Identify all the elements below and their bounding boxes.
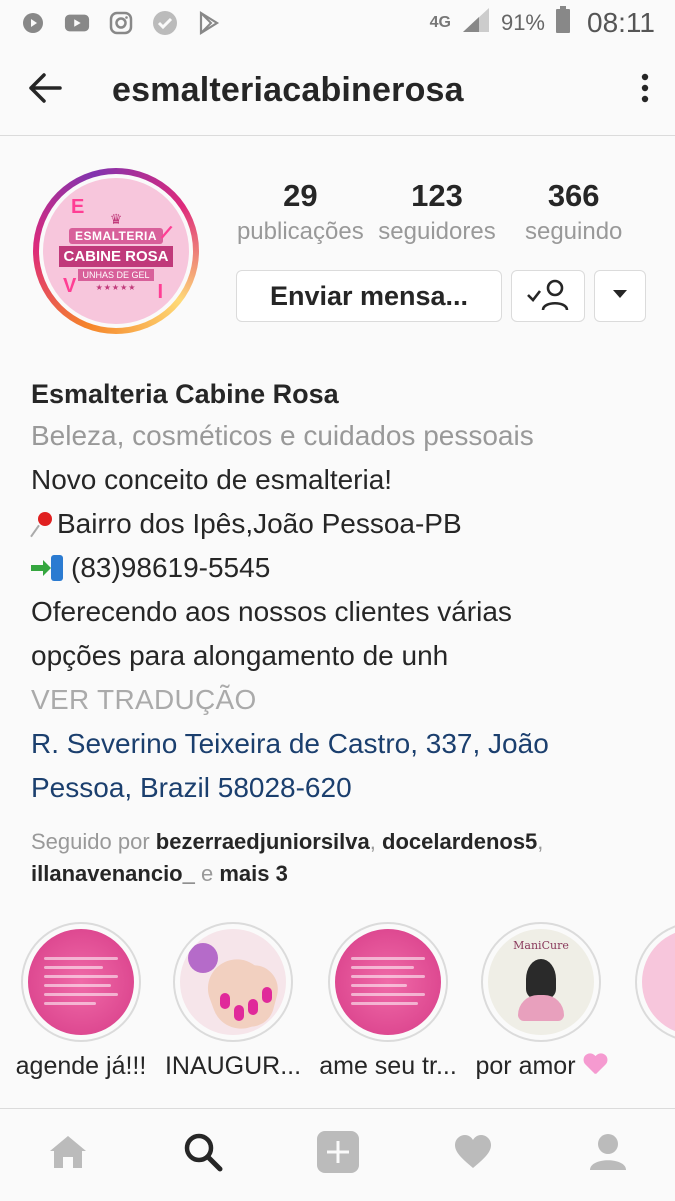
options-button[interactable]: [615, 46, 675, 136]
bio-line-4: Oferecendo aos nossos clientes várias: [31, 596, 512, 627]
highlight-item[interactable]: agende já!!!: [6, 922, 156, 1081]
highlight-label: por amor: [466, 1052, 616, 1081]
nav-activity[interactable]: [405, 1109, 540, 1201]
see-translation-link[interactable]: VER TRADUÇÃO: [31, 678, 651, 722]
profile-summary: E / V I ♛ ESMALTERIA CABINE ROSA UNHAS D…: [0, 166, 675, 346]
nav-home[interactable]: [0, 1109, 135, 1201]
avatar-text-1: ESMALTERIA: [68, 227, 164, 244]
mobile-phone-arrow-icon: [31, 555, 65, 581]
nav-add[interactable]: [270, 1109, 405, 1201]
profile-stats: 29 publicações 123 seguidores 366 seguin…: [232, 176, 642, 246]
user-check-icon: [524, 277, 572, 316]
followed-more: mais 3: [219, 861, 288, 886]
play-store-icon: [196, 10, 222, 36]
check-circle-icon: [152, 10, 178, 36]
bio-location-text: Bairro dos Ipês,João Pessoa-PB: [57, 508, 462, 539]
followed-conj: e: [200, 861, 214, 886]
address-line-1: R. Severino Teixeira de Castro, 337, Joã…: [31, 728, 549, 759]
home-icon: [48, 1134, 88, 1175]
manicure-title: ManiCure: [513, 939, 569, 952]
highlight-item[interactable]: ame seu tr...: [313, 922, 463, 1081]
stat-followers[interactable]: 123 seguidores: [369, 176, 506, 246]
back-button[interactable]: [0, 46, 90, 136]
highlight-item[interactable]: ManiCure por amor: [466, 922, 616, 1081]
pushpin-icon: [31, 510, 53, 536]
status-bar: 4G 91% 08:11: [0, 0, 675, 46]
caret-down-icon: [612, 287, 628, 305]
avatar-text-2: CABINE ROSA: [59, 245, 173, 267]
app-header: esmalteriacabinerosa: [0, 46, 675, 136]
highlight-cover: [642, 929, 675, 1035]
send-message-button[interactable]: Enviar mensa...: [236, 270, 502, 322]
followers-label: seguidores: [378, 218, 496, 245]
profile-icon: [588, 1133, 628, 1176]
followed-sep-1: ,: [369, 829, 376, 854]
following-button[interactable]: [511, 270, 585, 322]
network-type: 4G: [429, 14, 451, 31]
avatar-logo: E / V I ♛ ESMALTERIA CABINE ROSA UNHAS D…: [43, 178, 189, 324]
nav-search[interactable]: [135, 1109, 270, 1201]
arrow-left-icon: [27, 72, 63, 109]
bottom-navigation: [0, 1108, 675, 1200]
add-icon: [316, 1130, 360, 1179]
battery-icon: [555, 6, 571, 40]
posts-label: publicações: [236, 218, 364, 245]
avatar-text-3: UNHAS DE GEL: [78, 268, 154, 281]
battery-level: 91%: [500, 10, 545, 35]
clock: 08:11: [587, 7, 655, 38]
pink-heart-icon: [583, 1054, 607, 1076]
search-icon: [183, 1132, 223, 1177]
highlight-cover: ManiCure: [488, 929, 594, 1035]
followed-by-prefix: Seguido por: [31, 829, 150, 854]
stat-posts[interactable]: 29 publicações: [232, 176, 369, 246]
followers-count: 123: [411, 178, 463, 213]
highlight-item[interactable]: [620, 922, 675, 1042]
suggestions-dropdown-button[interactable]: [594, 270, 646, 322]
highlight-label: ame seu tr...: [319, 1052, 457, 1080]
posts-count: 29: [283, 178, 318, 213]
bio-line-phone: (83)98619-5545: [31, 546, 651, 590]
followed-by[interactable]: Seguido por bezerraedjuniorsilva, docela…: [31, 826, 651, 890]
follower-user-2: docelardenos5: [382, 829, 538, 854]
address-link[interactable]: R. Severino Teixeira de Castro, 337, Joã…: [31, 722, 651, 810]
highlight-cover: [180, 929, 286, 1035]
profile-actions: Enviar mensa...: [236, 270, 646, 322]
address-line-2: Pessoa, Brazil 58028-620: [31, 772, 352, 803]
stars-icon: ★★★★★: [95, 282, 137, 292]
following-count: 366: [547, 178, 600, 213]
stat-following[interactable]: 366 seguindo: [505, 176, 642, 246]
bio-line-1: Novo conceito de esmalteria!: [31, 464, 393, 495]
bio-phone-text: (83)98619-5545: [71, 552, 271, 583]
play-circle-icon: [20, 10, 46, 36]
bio-line-5: opções para alongamento de unh: [31, 640, 449, 671]
more-vertical-icon: [640, 73, 650, 108]
story-highlights: agende já!!! INAUGUR... ame seu tr... Ma…: [0, 922, 675, 1086]
crown-icon: ♛: [109, 210, 123, 227]
highlight-cover: [335, 929, 441, 1035]
profile-name: Esmalteria Cabine Rosa: [31, 379, 339, 409]
highlight-label: agende já!!!: [15, 1052, 147, 1080]
profile-bio: Esmalteria Cabine Rosa Beleza, cosmético…: [31, 374, 651, 890]
profile-username: esmalteriacabinerosa: [112, 71, 464, 109]
nav-profile[interactable]: [540, 1109, 675, 1201]
profile-avatar[interactable]: E / V I ♛ ESMALTERIA CABINE ROSA UNHAS D…: [33, 168, 199, 334]
profile-category: Beleza, cosméticos e cuidados pessoais: [31, 420, 534, 451]
youtube-icon: [64, 10, 90, 36]
highlight-item[interactable]: INAUGUR...: [158, 922, 308, 1081]
instagram-icon: [108, 10, 134, 36]
highlight-label: INAUGUR...: [164, 1052, 302, 1080]
follower-user-1: bezerraedjuniorsilva: [155, 829, 370, 854]
signal-icon: [461, 6, 491, 40]
bio-line-location: Bairro dos Ipês,João Pessoa-PB: [31, 502, 651, 546]
follower-user-3: illanavenancio_: [31, 861, 195, 886]
followed-sep-2: ,: [537, 829, 544, 854]
following-label: seguindo: [524, 218, 623, 245]
heart-icon: [453, 1134, 493, 1175]
highlight-cover: [28, 929, 134, 1035]
